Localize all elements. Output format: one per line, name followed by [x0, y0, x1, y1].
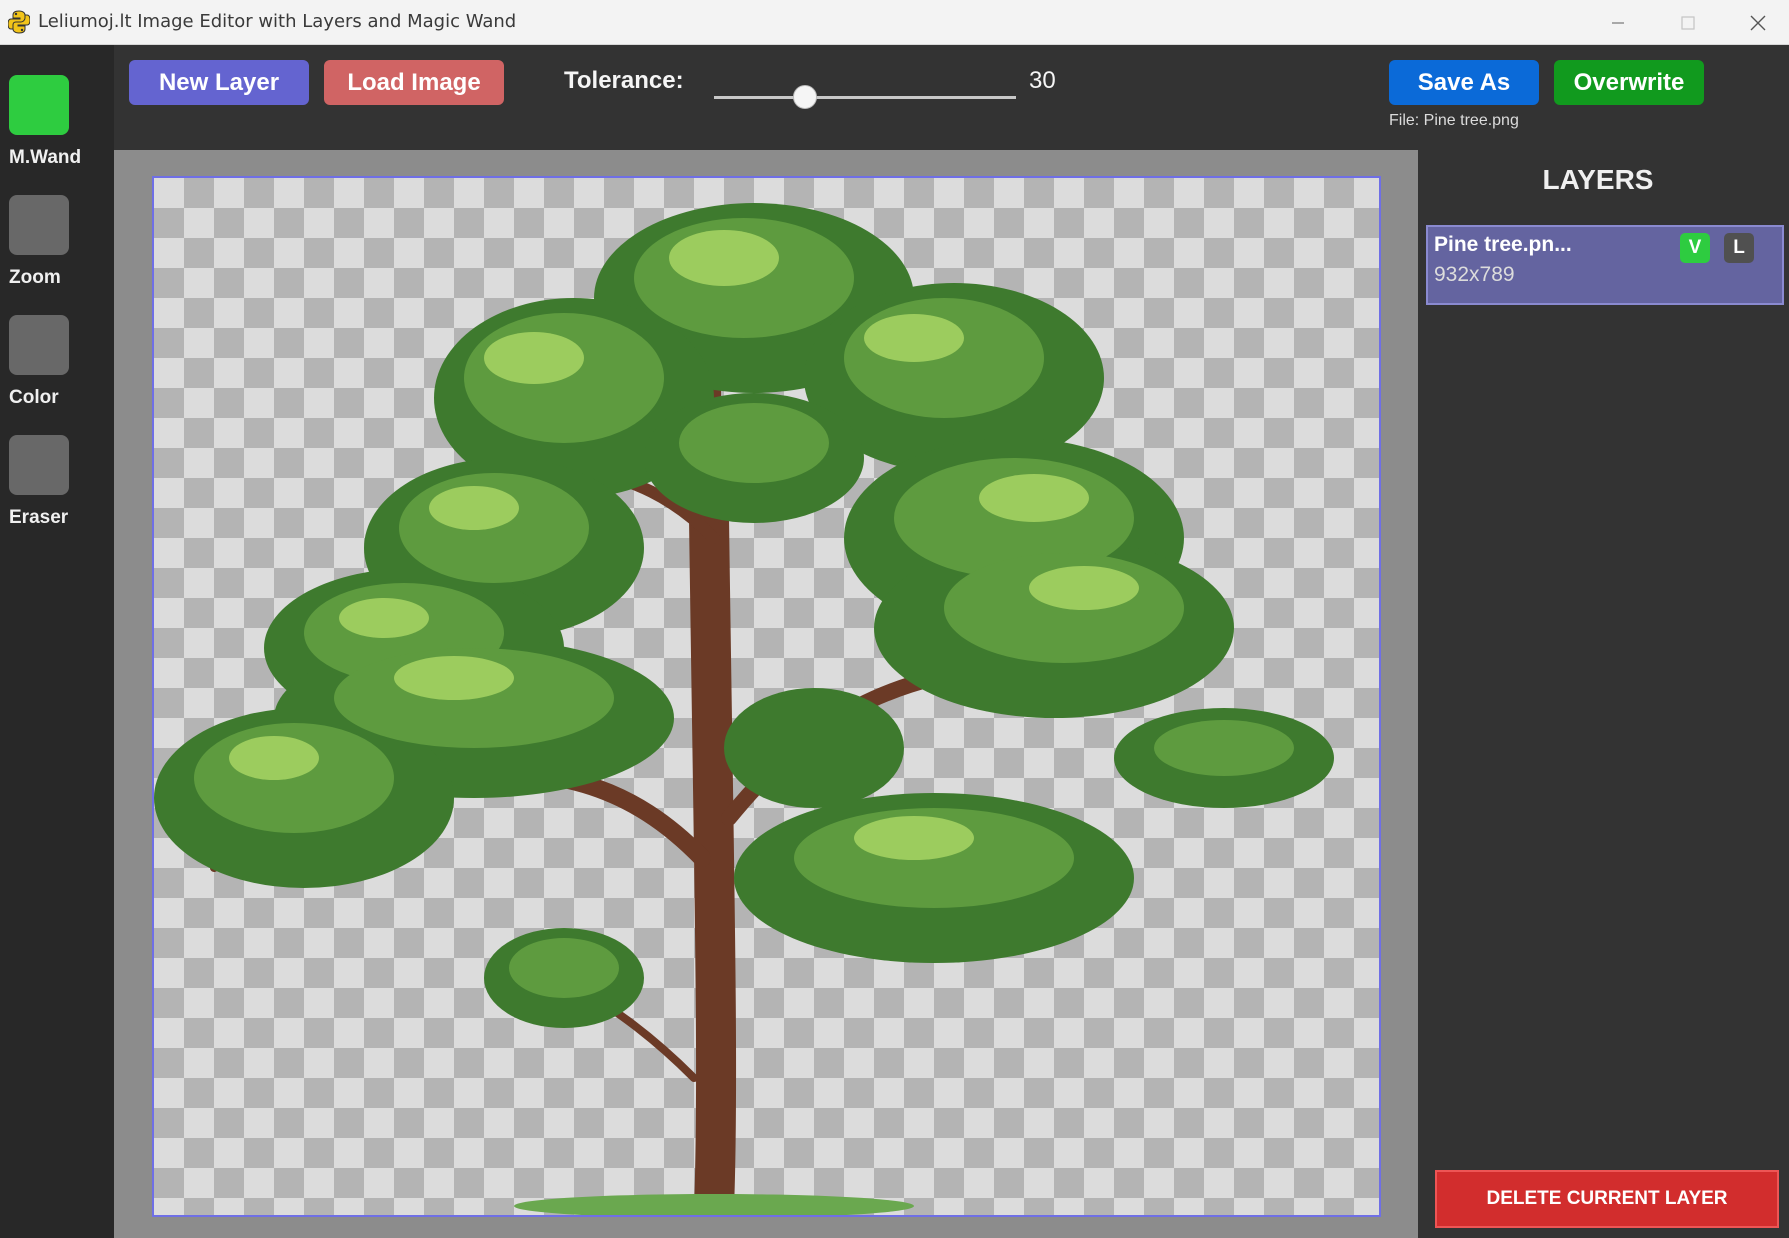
maximize-button[interactable]	[1654, 0, 1722, 45]
tool-eraser[interactable]: Eraser	[9, 435, 109, 529]
tolerance-value: 30	[1029, 67, 1056, 94]
pine-tree-image	[154, 203, 1334, 1215]
image-canvas[interactable]	[152, 176, 1381, 1217]
zoom-tool-swatch[interactable]	[9, 195, 69, 255]
window-title: Leliumoj.lt Image Editor with Layers and…	[38, 11, 517, 32]
overwrite-button[interactable]: Overwrite	[1554, 60, 1704, 105]
magic-wand-tool-swatch[interactable]	[9, 75, 69, 135]
close-icon	[1750, 15, 1766, 30]
layer-dimensions: 932x789	[1434, 263, 1515, 286]
save-as-button[interactable]: Save As	[1389, 60, 1539, 105]
tool-zoom[interactable]: Zoom	[9, 195, 109, 289]
new-layer-button[interactable]: New Layer	[129, 60, 309, 105]
load-image-button[interactable]: Load Image	[324, 60, 504, 105]
tolerance-slider-track[interactable]	[714, 96, 1016, 99]
tool-sidebar: M.Wand Zoom Color Eraser	[0, 45, 114, 1238]
layer-item[interactable]: Pine tree.pn... 932x789 V L	[1426, 225, 1784, 305]
layers-panel: LAYERS Pine tree.pn... 932x789 V L DELET…	[1418, 150, 1789, 1238]
maximize-icon	[1681, 15, 1695, 30]
top-control-bar: New Layer Load Image Tolerance: 30 Save …	[114, 45, 1789, 150]
python-icon	[8, 10, 30, 34]
close-button[interactable]	[1724, 0, 1789, 45]
minimize-button[interactable]	[1584, 0, 1652, 45]
file-name-label: File: Pine tree.png	[1389, 112, 1519, 129]
tool-label: Color	[9, 387, 59, 408]
tool-label: Zoom	[9, 267, 61, 288]
canvas-workspace	[114, 150, 1418, 1238]
lock-toggle[interactable]: L	[1724, 233, 1754, 263]
delete-current-layer-button[interactable]: DELETE CURRENT LAYER	[1435, 1170, 1779, 1228]
tool-magic-wand[interactable]: M.Wand	[9, 75, 109, 169]
minimize-icon	[1612, 21, 1624, 24]
tool-label: Eraser	[9, 507, 69, 528]
tool-label: M.Wand	[9, 147, 82, 168]
visibility-toggle[interactable]: V	[1680, 233, 1710, 263]
tolerance-label: Tolerance:	[564, 67, 684, 94]
layers-title: LAYERS	[1542, 164, 1654, 195]
tolerance-slider-handle[interactable]	[792, 85, 817, 109]
layer-name: Pine tree.pn...	[1434, 233, 1572, 256]
color-tool-swatch[interactable]	[9, 315, 69, 375]
eraser-tool-swatch[interactable]	[9, 435, 69, 495]
title-bar: Leliumoj.lt Image Editor with Layers and…	[0, 0, 1789, 45]
tool-color[interactable]: Color	[9, 315, 109, 409]
